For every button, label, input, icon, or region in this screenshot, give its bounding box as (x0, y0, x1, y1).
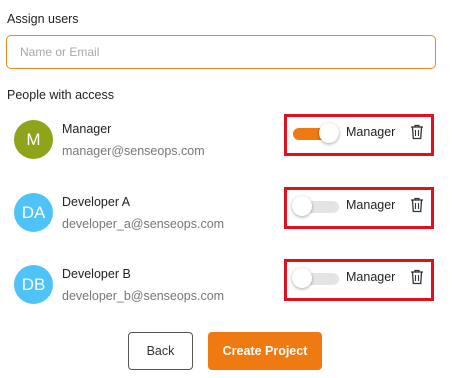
avatar: DA (14, 193, 53, 232)
trash-icon[interactable] (410, 197, 424, 213)
person-name: Manager (62, 122, 112, 136)
person-name: Developer B (62, 267, 131, 281)
toggle-thumb (319, 123, 339, 143)
back-button[interactable]: Back (128, 332, 193, 370)
avatar: DB (14, 265, 53, 304)
person-email: manager@senseops.com (62, 144, 205, 158)
name-or-email-input[interactable] (6, 35, 436, 69)
assign-users-label: Assign users (7, 12, 79, 26)
toggle-thumb (292, 268, 312, 288)
toggle-thumb (292, 196, 312, 216)
manager-toggle[interactable] (293, 123, 339, 143)
person-row: DA Developer A developer_a@senseops.com … (0, 187, 460, 253)
manager-role-label: Manager (346, 125, 396, 139)
person-email: developer_b@senseops.com (62, 289, 225, 303)
person-row: DB Developer B developer_b@senseops.com … (0, 259, 460, 325)
person-email: developer_a@senseops.com (62, 217, 225, 231)
person-name: Developer A (62, 195, 131, 209)
person-row: M Manager manager@senseops.com Manager (0, 114, 460, 180)
manager-role-label: Manager (346, 198, 396, 212)
create-project-button[interactable]: Create Project (208, 332, 322, 370)
manager-toggle[interactable] (292, 196, 339, 216)
trash-icon[interactable] (410, 124, 424, 140)
manager-role-label: Manager (346, 270, 396, 284)
trash-icon[interactable] (410, 269, 424, 285)
avatar: M (14, 120, 53, 159)
manager-toggle[interactable] (292, 268, 339, 288)
people-with-access-label: People with access (7, 88, 115, 102)
assign-users-panel: Assign users People with access M Manage… (0, 0, 460, 378)
